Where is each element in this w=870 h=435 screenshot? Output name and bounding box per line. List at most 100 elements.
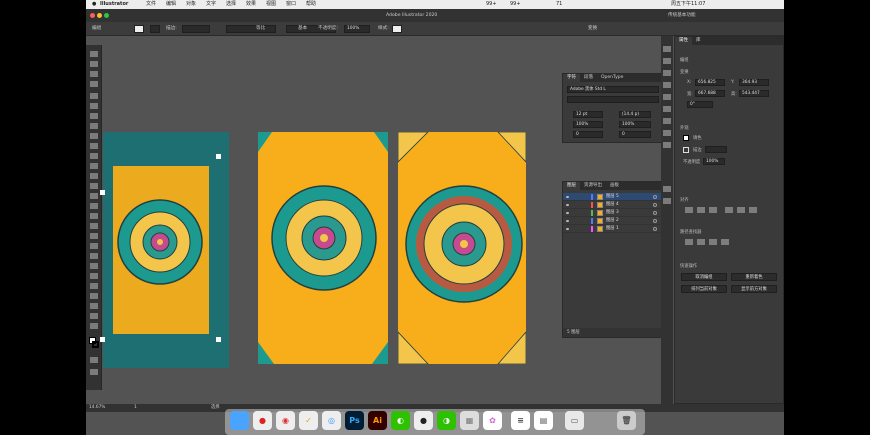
fill-swatch[interactable] (134, 25, 144, 33)
menu-effect[interactable]: 效果 (246, 0, 256, 9)
graph-tool-icon[interactable] (90, 283, 98, 289)
appearance-panel-icon[interactable] (663, 130, 671, 136)
close-icon[interactable] (90, 13, 95, 18)
tab-opentype[interactable]: OpenType (597, 74, 627, 82)
perspective-grid-tool-icon[interactable] (90, 223, 98, 229)
apple-icon[interactable]: ● (92, 0, 96, 9)
shape-builder-tool-icon[interactable] (90, 213, 98, 219)
draw-mode-icon[interactable] (90, 357, 98, 363)
vertical-scale-field[interactable]: 100% (619, 121, 651, 128)
artboard-1[interactable] (103, 132, 229, 368)
layer-row[interactable]: 图层 2 (563, 217, 661, 225)
visibility-icon[interactable] (566, 204, 569, 206)
leading-field[interactable]: (14.4 p) (619, 111, 651, 118)
opacity-field[interactable]: 100% (703, 158, 725, 165)
layer-row[interactable]: 图层 4 (563, 201, 661, 209)
transform-label[interactable]: 变换 (588, 22, 597, 36)
safari-icon[interactable]: ◎ (322, 411, 341, 430)
scale-tool-icon[interactable] (90, 183, 98, 189)
font-family-select[interactable]: Adobe 黑体 Std L (567, 86, 659, 93)
tracking-field[interactable]: 0 (573, 131, 603, 138)
qq-icon[interactable]: ● (253, 411, 272, 430)
menu-view[interactable]: 视图 (266, 0, 276, 9)
paintbrush-tool-icon[interactable] (90, 143, 98, 149)
tab-properties[interactable]: 属性 (675, 37, 692, 45)
notes-icon[interactable]: ▤ (534, 411, 553, 430)
transparency-panel-icon[interactable] (663, 118, 671, 124)
finder-icon[interactable] (230, 411, 249, 430)
target-icon[interactable] (653, 219, 657, 223)
artboard-tool-icon[interactable] (90, 293, 98, 299)
stroke-swatch[interactable] (150, 25, 160, 33)
zoom-level[interactable]: 14.67% (89, 404, 105, 412)
slice-tool-icon[interactable] (90, 303, 98, 309)
mesh-tool-icon[interactable] (90, 233, 98, 239)
menu-help[interactable]: 帮助 (306, 0, 316, 9)
symbol-sprayer-tool-icon[interactable] (90, 273, 98, 279)
swatches-panel-icon[interactable] (663, 58, 671, 64)
tab-character[interactable]: 字符 (563, 74, 580, 82)
pencil-tool-icon[interactable] (90, 153, 98, 159)
app-menu[interactable]: Illustrator (100, 0, 128, 9)
menu-type[interactable]: 文字 (206, 0, 216, 9)
photoshop-icon[interactable]: Ps (345, 411, 364, 430)
align-middle-icon[interactable] (737, 207, 745, 213)
reminder-icon[interactable]: ✓ (299, 411, 318, 430)
ungroup-button[interactable]: 取消编组 (681, 273, 727, 281)
gradient-tool-icon[interactable] (90, 243, 98, 249)
illustrator-icon[interactable]: Ai (368, 411, 387, 430)
curvature-tool-icon[interactable] (90, 103, 98, 109)
qq2-icon[interactable]: ● (414, 411, 433, 430)
direct-selection-tool-icon[interactable] (90, 61, 98, 67)
layer-row[interactable]: 图层 5 (563, 193, 661, 201)
minimize-icon[interactable] (97, 13, 102, 18)
width-tool-icon[interactable] (90, 193, 98, 199)
y-field[interactable]: 364.93 (739, 79, 769, 86)
stroke-weight-field[interactable] (182, 25, 210, 33)
style-swatch[interactable] (392, 25, 402, 33)
target-icon[interactable] (653, 203, 657, 207)
height-field[interactable]: 543.447 (739, 90, 769, 97)
textedit-icon[interactable]: ≡ (511, 411, 530, 430)
color-panel-icon[interactable] (663, 46, 671, 52)
stroke-swatch[interactable] (683, 147, 689, 153)
hand-tool-icon[interactable] (90, 313, 98, 319)
rectangle-tool-icon[interactable] (90, 133, 98, 139)
magic-wand-tool-icon[interactable] (90, 71, 98, 77)
photos-icon[interactable]: ✿ (483, 411, 502, 430)
exclude-icon[interactable] (721, 239, 729, 245)
intersect-icon[interactable] (709, 239, 717, 245)
menu-object[interactable]: 对象 (186, 0, 196, 9)
artboard-2[interactable] (258, 132, 388, 364)
target-icon[interactable] (653, 195, 657, 199)
artboards-panel-icon[interactable] (663, 198, 671, 204)
kerning-field[interactable]: 0 (619, 131, 651, 138)
variable-width-select[interactable] (226, 25, 276, 33)
gradient-panel-icon[interactable] (663, 106, 671, 112)
layer-row[interactable]: 图层 3 (563, 209, 661, 217)
type-tool-icon[interactable] (90, 113, 98, 119)
menu-file[interactable]: 文件 (146, 0, 156, 9)
rotate-tool-icon[interactable] (90, 173, 98, 179)
stroke-weight-field[interactable] (705, 146, 727, 153)
blend-tool-icon[interactable] (90, 263, 98, 269)
graphic-styles-panel-icon[interactable] (663, 142, 671, 148)
screen-mode-icon[interactable] (90, 369, 98, 375)
menu-window[interactable]: 窗口 (286, 0, 296, 9)
recolor-button[interactable]: 重新着色 (731, 273, 777, 281)
bring-front-button[interactable]: 显示前方对象 (731, 285, 777, 293)
symbols-panel-icon[interactable] (663, 82, 671, 88)
opacity-field[interactable]: 100% (344, 25, 370, 33)
layers-panel-icon[interactable] (663, 186, 671, 192)
artboard-3[interactable] (398, 132, 526, 364)
x-field[interactable]: 656.825 (695, 79, 725, 86)
pen-tool-icon[interactable] (90, 93, 98, 99)
target-icon[interactable] (653, 211, 657, 215)
fill-swatch[interactable] (683, 135, 689, 141)
align-left-icon[interactable] (685, 207, 693, 213)
menu-select[interactable]: 选择 (226, 0, 236, 9)
target-icon[interactable] (653, 227, 657, 231)
brushes-panel-icon[interactable] (663, 70, 671, 76)
chrome-icon[interactable]: ◉ (276, 411, 295, 430)
stroke-color-icon[interactable] (92, 341, 99, 348)
